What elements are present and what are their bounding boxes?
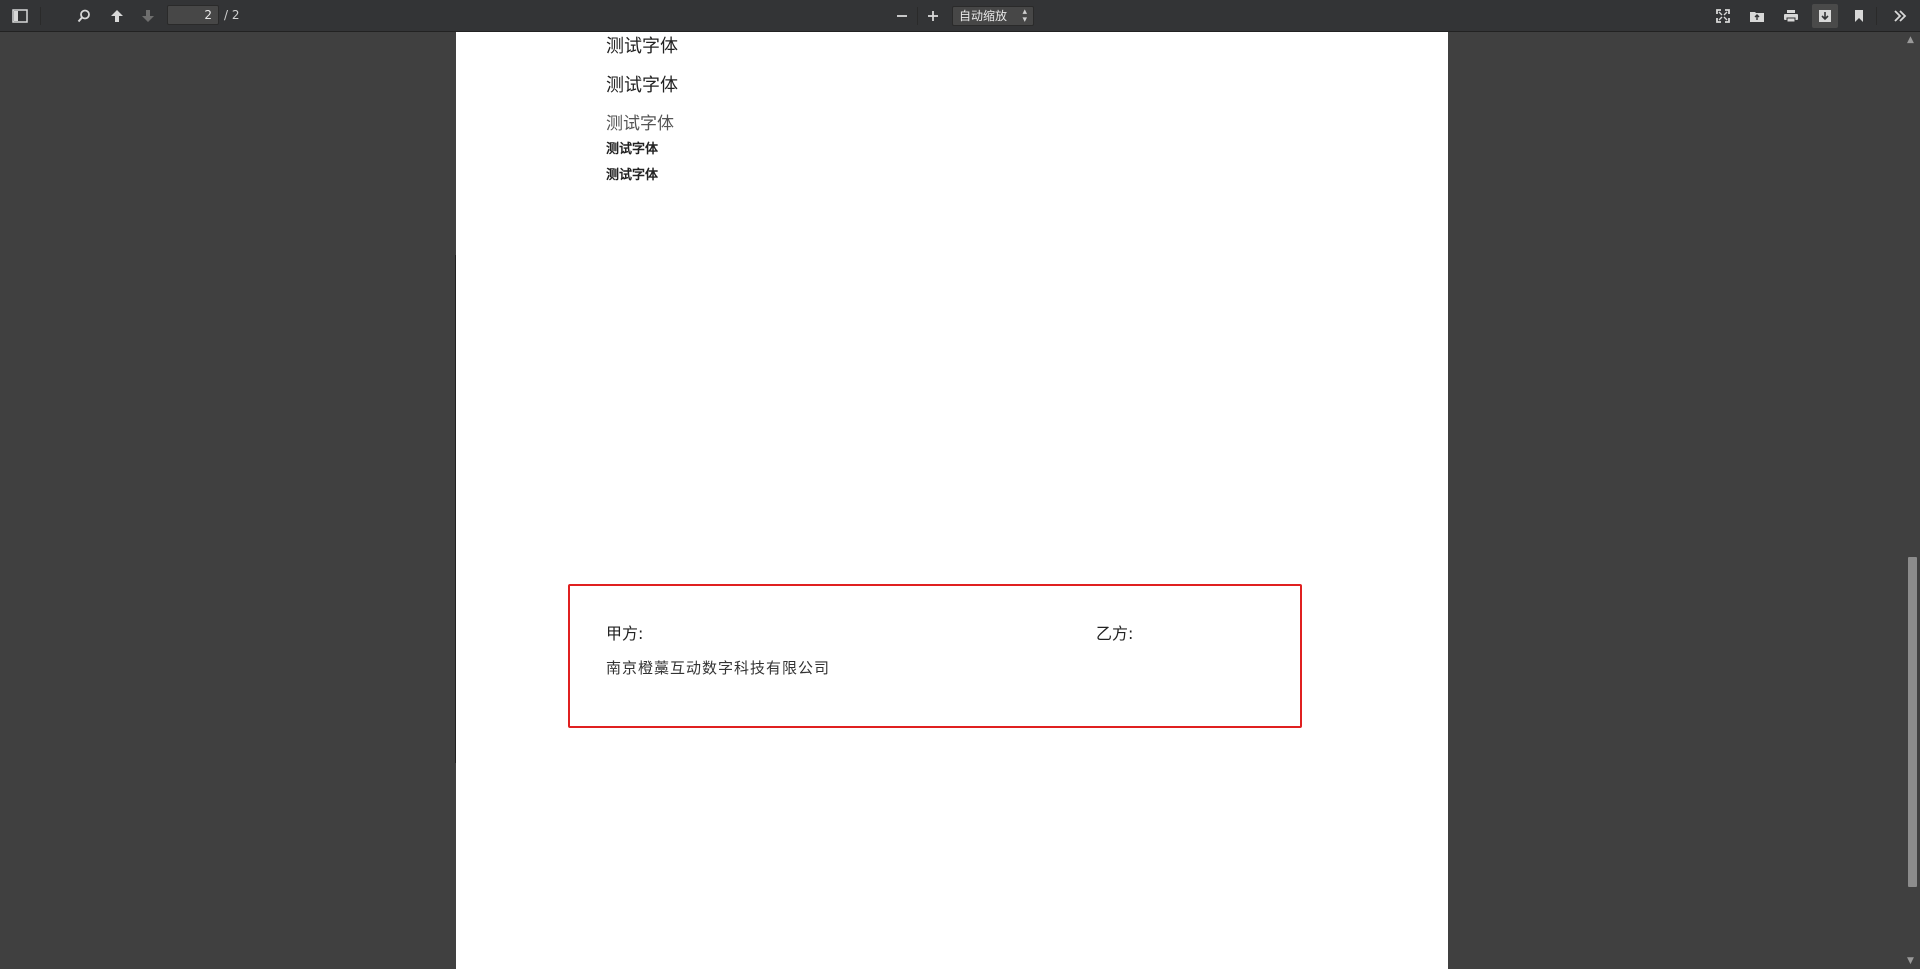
font-sample-line-5: 测试字体 (606, 168, 659, 183)
pdf-page: 测试字体 测试字体 测试字体 测试字体 测试字体 甲方: 乙方: 南京橙藁互动数… (456, 32, 1448, 969)
page-count-label: / 2 (224, 8, 240, 22)
toolbar-separator (1876, 7, 1877, 25)
vertical-scrollbar[interactable]: ▲ ▼ (1903, 32, 1920, 969)
page-number-input[interactable]: 2 (167, 5, 219, 25)
zoom-select-value: 自动缩放 (959, 9, 1008, 23)
arrow-down-icon[interactable] (135, 4, 161, 28)
party-a-label: 甲方: (606, 624, 644, 643)
signature-box: 甲方: 乙方: 南京橙藁互动数字科技有限公司 (568, 584, 1302, 728)
scrollbar-thumb[interactable] (1908, 557, 1917, 887)
toolbar-separator (917, 7, 918, 25)
font-sample-line-4: 测试字体 (606, 142, 659, 157)
select-caret-icon: ▴ ▾ (1022, 7, 1027, 25)
search-icon[interactable] (71, 4, 97, 28)
plus-icon[interactable] (920, 4, 946, 28)
party-b-label: 乙方: (1096, 624, 1134, 643)
party-a-company: 南京橙藁互动数字科技有限公司 (606, 659, 831, 677)
bookmark-icon[interactable] (1846, 4, 1872, 28)
sidebar-toggle-icon[interactable] (7, 4, 33, 28)
font-sample-line-3: 测试字体 (606, 114, 674, 134)
double-chevron-right-icon[interactable] (1887, 4, 1913, 28)
print-icon[interactable] (1778, 4, 1804, 28)
toolbar-separator (40, 7, 41, 25)
scroll-up-icon[interactable]: ▲ (1907, 35, 1914, 45)
scroll-down-icon[interactable]: ▼ (1907, 956, 1914, 966)
pdf-toolbar: 2 / 2 自动缩放 ▴ ▾ (0, 0, 1920, 32)
zoom-select[interactable]: 自动缩放 ▴ ▾ (952, 6, 1034, 26)
folder-open-icon[interactable] (1744, 4, 1770, 28)
font-sample-line-2: 测试字体 (606, 75, 678, 96)
download-icon[interactable] (1812, 4, 1838, 28)
minus-icon[interactable] (889, 4, 915, 28)
arrow-up-icon[interactable] (104, 4, 130, 28)
font-sample-text: 测试字体 (606, 36, 678, 57)
fullscreen-icon[interactable] (1710, 4, 1736, 28)
font-sample-line-1: 测试字体 (606, 32, 678, 58)
